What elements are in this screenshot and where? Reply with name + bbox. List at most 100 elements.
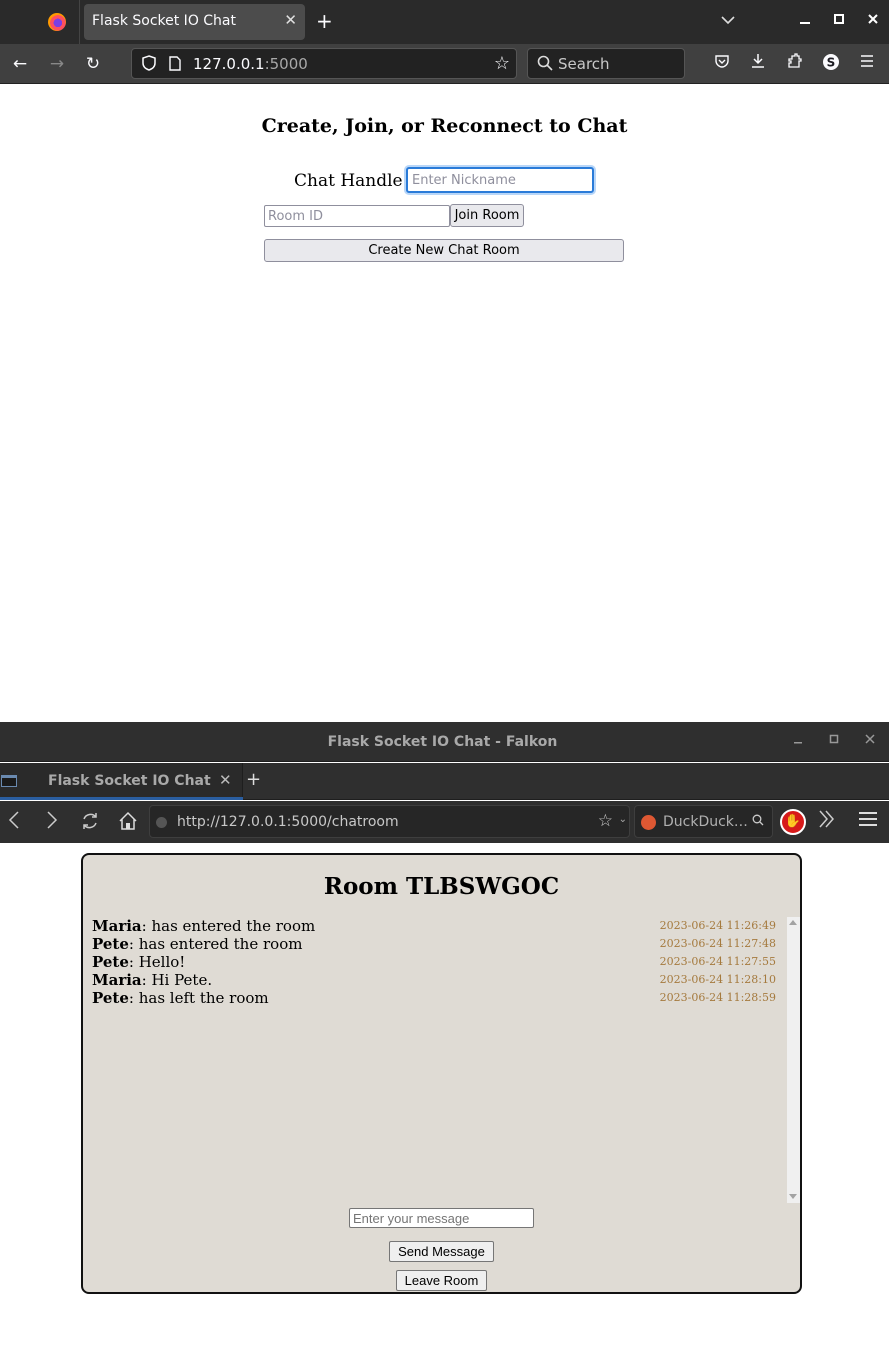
message-user: Maria	[92, 917, 142, 935]
message-timestamp: 2023-06-24 11:28:10	[659, 973, 776, 986]
new-tab-icon[interactable]: +	[316, 9, 333, 33]
firefox-tab-bar: Flask Socket IO Chat ✕ +	[0, 0, 889, 44]
firefox-nav-bar: ← → ↻ 127.0.0.1:5000 ☆ Search S	[0, 44, 889, 84]
active-tab-indicator	[0, 797, 243, 800]
address-bar[interactable]: http://127.0.0.1:5000/chatroom ☆ ⌄	[149, 805, 630, 838]
close-tab-icon[interactable]: ✕	[284, 11, 297, 29]
back-chevron-icon[interactable]	[3, 811, 25, 833]
message-text: : has left the room	[128, 989, 269, 1007]
join-room-button[interactable]: Join Room	[450, 204, 524, 227]
message-user: Maria	[92, 971, 142, 989]
duckduckgo-icon[interactable]	[641, 815, 656, 830]
svg-text:S: S	[827, 56, 836, 70]
new-tab-icon[interactable]: +	[246, 769, 261, 790]
url-port: :5000	[264, 55, 308, 73]
hamburger-menu-icon[interactable]	[856, 53, 878, 75]
close-tab-icon[interactable]: ✕	[219, 771, 232, 789]
leave-room-button[interactable]: Leave Room	[396, 1270, 487, 1291]
message-row: Pete: has entered the room 2023-06-24 11:…	[92, 935, 784, 953]
message-row: Maria: Hi Pete. 2023-06-24 11:28:10	[92, 971, 784, 989]
room-title: Room TLBSWGOC	[323, 873, 560, 900]
url-text: 127.0.0.1:5000	[193, 55, 308, 73]
falkon-page-content: Room TLBSWGOC Maria: has entered the roo…	[0, 843, 889, 1369]
firefox-window: Flask Socket IO Chat ✕ + ← → ↻ 127.0.0.1…	[0, 0, 889, 722]
message-timestamp: 2023-06-24 11:26:49	[659, 919, 776, 932]
search-engine-label: DuckDuck…	[663, 814, 748, 830]
close-window-icon[interactable]	[863, 11, 883, 31]
chat-room-panel: Room TLBSWGOC Maria: has entered the roo…	[81, 853, 802, 1294]
message-text: : has entered the room	[141, 917, 316, 935]
more-tools-chevron-icon[interactable]	[818, 809, 836, 834]
search-placeholder: Search	[558, 55, 610, 73]
reload-icon[interactable]	[79, 811, 101, 833]
message-row: Pete: has left the room 2023-06-24 11:28:…	[92, 989, 784, 1007]
chat-handle-label: Chat Handle:	[294, 171, 409, 191]
page-icon[interactable]	[169, 56, 181, 71]
minimize-icon[interactable]	[795, 11, 815, 31]
message-user: Pete	[92, 953, 129, 971]
site-info-globe-icon[interactable]	[156, 817, 167, 828]
maximize-icon[interactable]	[829, 11, 849, 31]
falkon-title-bar: Flask Socket IO Chat - Falkon	[0, 722, 889, 762]
minimize-icon[interactable]	[790, 733, 806, 749]
send-message-button[interactable]: Send Message	[389, 1241, 494, 1262]
nickname-input[interactable]	[406, 167, 594, 193]
account-avatar-icon[interactable]: S	[820, 53, 842, 75]
search-box[interactable]: DuckDuck…	[634, 805, 773, 838]
falkon-tab-active[interactable]: Flask Socket IO Chat ✕	[0, 763, 243, 800]
tab-title: Flask Socket IO Chat	[48, 773, 211, 789]
message-timestamp: 2023-06-24 11:27:55	[659, 955, 776, 968]
message-log-scrollbar[interactable]	[787, 917, 800, 1203]
message-row: Pete: Hello! 2023-06-24 11:27:55	[92, 953, 784, 971]
url-dropdown-chevron-icon[interactable]: ⌄	[619, 814, 627, 825]
message-text: : has entered the room	[128, 935, 303, 953]
url-host: 127.0.0.1	[193, 55, 265, 73]
bookmark-star-icon[interactable]: ☆	[598, 811, 613, 831]
close-window-icon[interactable]	[862, 733, 878, 749]
forward-arrow-icon[interactable]: →	[46, 53, 68, 75]
pocket-icon[interactable]	[711, 53, 733, 75]
firefox-tab-active[interactable]: Flask Socket IO Chat ✕	[84, 4, 305, 40]
create-chat-room-button[interactable]: Create New Chat Room	[264, 239, 624, 262]
message-timestamp: 2023-06-24 11:27:48	[659, 937, 776, 950]
message-user: Pete	[92, 989, 129, 1007]
extensions-icon[interactable]	[784, 53, 806, 75]
adblock-hand-icon[interactable]: ✋	[780, 809, 806, 835]
page-heading: Create, Join, or Reconnect to Chat	[261, 115, 628, 137]
window-title: Flask Socket IO Chat - Falkon	[327, 734, 558, 750]
message-input[interactable]	[349, 1208, 534, 1228]
firefox-logo-icon	[48, 13, 66, 31]
message-timestamp: 2023-06-24 11:28:59	[659, 991, 776, 1004]
url-text: http://127.0.0.1:5000/chatroom	[177, 814, 399, 830]
tab-bar-divider	[79, 0, 80, 44]
tab-title: Flask Socket IO Chat	[92, 13, 236, 29]
message-user: Pete	[92, 935, 129, 953]
home-icon[interactable]	[117, 811, 139, 833]
search-icon	[537, 55, 553, 71]
message-text: : Hi Pete.	[141, 971, 213, 989]
terminal-favicon-icon	[1, 775, 17, 787]
room-id-input[interactable]	[264, 205, 450, 227]
message-row: Maria: has entered the room 2023-06-24 11…	[92, 917, 784, 935]
falkon-nav-bar: http://127.0.0.1:5000/chatroom ☆ ⌄ DuckD…	[0, 801, 889, 843]
reload-icon[interactable]: ↻	[82, 53, 104, 75]
message-text: : Hello!	[128, 953, 186, 971]
message-log[interactable]: Maria: has entered the room 2023-06-24 11…	[92, 917, 800, 1203]
firefox-page-content: Create, Join, or Reconnect to Chat Chat …	[0, 85, 889, 722]
forward-chevron-icon[interactable]	[41, 811, 63, 833]
downloads-icon[interactable]	[747, 53, 769, 75]
back-arrow-icon[interactable]: ←	[9, 53, 31, 75]
message-list: Maria: has entered the room 2023-06-24 11…	[92, 917, 784, 1007]
falkon-window: Flask Socket IO Chat - Falkon Flask Sock…	[0, 722, 889, 1369]
falkon-tab-bar: Flask Socket IO Chat ✕ +	[0, 763, 889, 800]
scroll-down-arrow-icon[interactable]	[789, 1194, 797, 1199]
search-box[interactable]: Search	[527, 48, 685, 79]
shield-icon[interactable]	[142, 55, 156, 71]
hamburger-menu-icon[interactable]	[858, 809, 878, 833]
address-bar[interactable]: 127.0.0.1:5000 ☆	[131, 48, 517, 79]
scroll-up-arrow-icon[interactable]	[789, 920, 797, 925]
list-tabs-chevron-icon[interactable]	[720, 12, 740, 32]
search-icon[interactable]	[752, 814, 764, 829]
bookmark-star-icon[interactable]: ☆	[494, 53, 510, 74]
maximize-icon[interactable]	[826, 733, 842, 749]
